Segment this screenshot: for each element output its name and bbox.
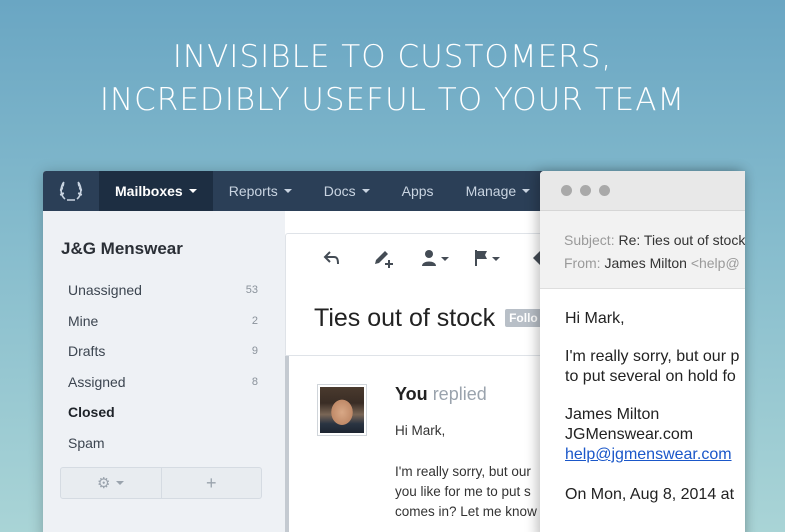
nav-reports[interactable]: Reports xyxy=(213,171,308,211)
email-titlebar xyxy=(540,171,745,211)
folder-unassigned[interactable]: Unassigned 53 xyxy=(68,275,258,306)
nav-reports-label: Reports xyxy=(228,183,278,199)
message-line: comes in? Let me know xyxy=(395,504,537,519)
nav-manage[interactable]: Manage xyxy=(450,171,547,211)
mailbox-title: J&G Menswear xyxy=(61,239,183,258)
message-line: you like for me to put s xyxy=(395,484,531,499)
message-greeting: Hi Mark, xyxy=(395,423,446,438)
follow-tag[interactable]: Follo xyxy=(505,309,542,327)
signature-name: James Milton xyxy=(565,406,660,423)
email-greeting: Hi Mark, xyxy=(565,310,625,327)
nav-apps-label: Apps xyxy=(401,183,434,199)
folder-count: 53 xyxy=(245,284,258,297)
chevron-down-icon xyxy=(361,189,370,193)
reply-icon xyxy=(323,250,339,264)
email-subject-line: Subject: Re: Ties out of stock xyxy=(564,229,745,252)
add-folder-button[interactable]: + xyxy=(160,468,262,498)
sidebar-button-group: ⚙ + xyxy=(60,467,262,499)
folder-drafts[interactable]: Drafts 9 xyxy=(68,336,258,367)
nav-docs-label: Docs xyxy=(323,183,356,199)
folder-count: 8 xyxy=(251,375,258,388)
folder-label: Closed xyxy=(68,404,115,421)
assign-button[interactable] xyxy=(410,234,462,282)
thread-header: You replied xyxy=(395,384,487,405)
mailbox-sidebar: J&G Menswear Unassigned 53 Mine 2 Drafts… xyxy=(43,211,285,532)
avatar xyxy=(317,384,367,436)
headline: INVISIBLE TO CUSTOMERS, INCREDIBLY USEFU… xyxy=(0,36,785,122)
from-address: <help@ xyxy=(690,255,740,271)
reply-button[interactable] xyxy=(306,234,358,282)
add-note-button[interactable] xyxy=(358,234,410,282)
conversation-subject: Ties out of stock xyxy=(314,303,496,332)
email-from-line: From: James Milton <help@ xyxy=(564,252,745,275)
folder-count: 2 xyxy=(251,314,258,327)
from-label: From: xyxy=(564,255,601,271)
quoted-reply-line: On Mon, Aug 8, 2014 at xyxy=(565,486,735,503)
subject-label: Subject: xyxy=(564,232,615,248)
message-line: I'm really sorry, but our xyxy=(395,464,531,479)
email-body-line: to put several on hold fo xyxy=(565,368,736,385)
window-close-dot[interactable] xyxy=(561,185,572,196)
chevron-down-icon xyxy=(283,189,292,193)
thread-author: You xyxy=(395,384,428,404)
assign-icon xyxy=(422,249,449,266)
note-icon xyxy=(375,250,393,268)
folder-list: Unassigned 53 Mine 2 Drafts 9 Assigned 8… xyxy=(68,275,258,458)
mailbox-settings-button[interactable]: ⚙ xyxy=(61,468,161,498)
headline-line-1: INVISIBLE TO CUSTOMERS, xyxy=(172,39,613,75)
signature-company: JGMenswear.com xyxy=(565,426,694,443)
folder-spam[interactable]: Spam xyxy=(68,428,258,459)
nav-apps[interactable]: Apps xyxy=(386,171,450,211)
nav-mailboxes-label: Mailboxes xyxy=(115,183,183,199)
folder-label: Unassigned xyxy=(68,282,142,299)
customer-email-window: Subject: Re: Ties out of stock From: Jam… xyxy=(540,171,745,532)
chevron-down-icon xyxy=(116,481,125,485)
flag-icon xyxy=(475,249,500,266)
email-header: Subject: Re: Ties out of stock From: Jam… xyxy=(540,211,745,289)
headline-line-2: INCREDIBLY USEFUL TO YOUR TEAM xyxy=(99,82,686,118)
folder-closed[interactable]: Closed xyxy=(68,397,258,428)
plus-icon: + xyxy=(205,472,217,493)
chevron-down-icon xyxy=(522,189,531,193)
folder-mine[interactable]: Mine 2 xyxy=(68,306,258,337)
gear-icon: ⚙ xyxy=(97,475,111,492)
avatar-photo xyxy=(320,387,364,433)
flag-button[interactable] xyxy=(462,234,514,282)
nav-mailboxes[interactable]: Mailboxes xyxy=(99,171,213,211)
folder-label: Assigned xyxy=(68,373,126,390)
signature-email-link[interactable]: help@jgmenswear.com xyxy=(565,446,732,463)
folder-label: Spam xyxy=(68,434,105,451)
email-body-line: I'm really sorry, but our p xyxy=(565,348,740,365)
folder-label: Mine xyxy=(68,312,99,329)
thread-action: replied xyxy=(432,384,487,404)
window-zoom-dot[interactable] xyxy=(599,185,610,196)
window-minimize-dot[interactable] xyxy=(580,185,591,196)
laurel-logo-icon[interactable] xyxy=(43,171,99,211)
subject-value: Re: Ties out of stock xyxy=(618,232,745,248)
from-name: James Milton xyxy=(604,255,687,271)
chevron-down-icon xyxy=(188,189,197,193)
nav-docs[interactable]: Docs xyxy=(308,171,386,211)
folder-label: Drafts xyxy=(68,343,106,360)
nav-manage-label: Manage xyxy=(465,183,517,199)
email-body: Hi Mark, I'm really sorry, but our p to … xyxy=(540,289,745,505)
folder-assigned[interactable]: Assigned 8 xyxy=(68,367,258,398)
folder-count: 9 xyxy=(251,345,258,358)
